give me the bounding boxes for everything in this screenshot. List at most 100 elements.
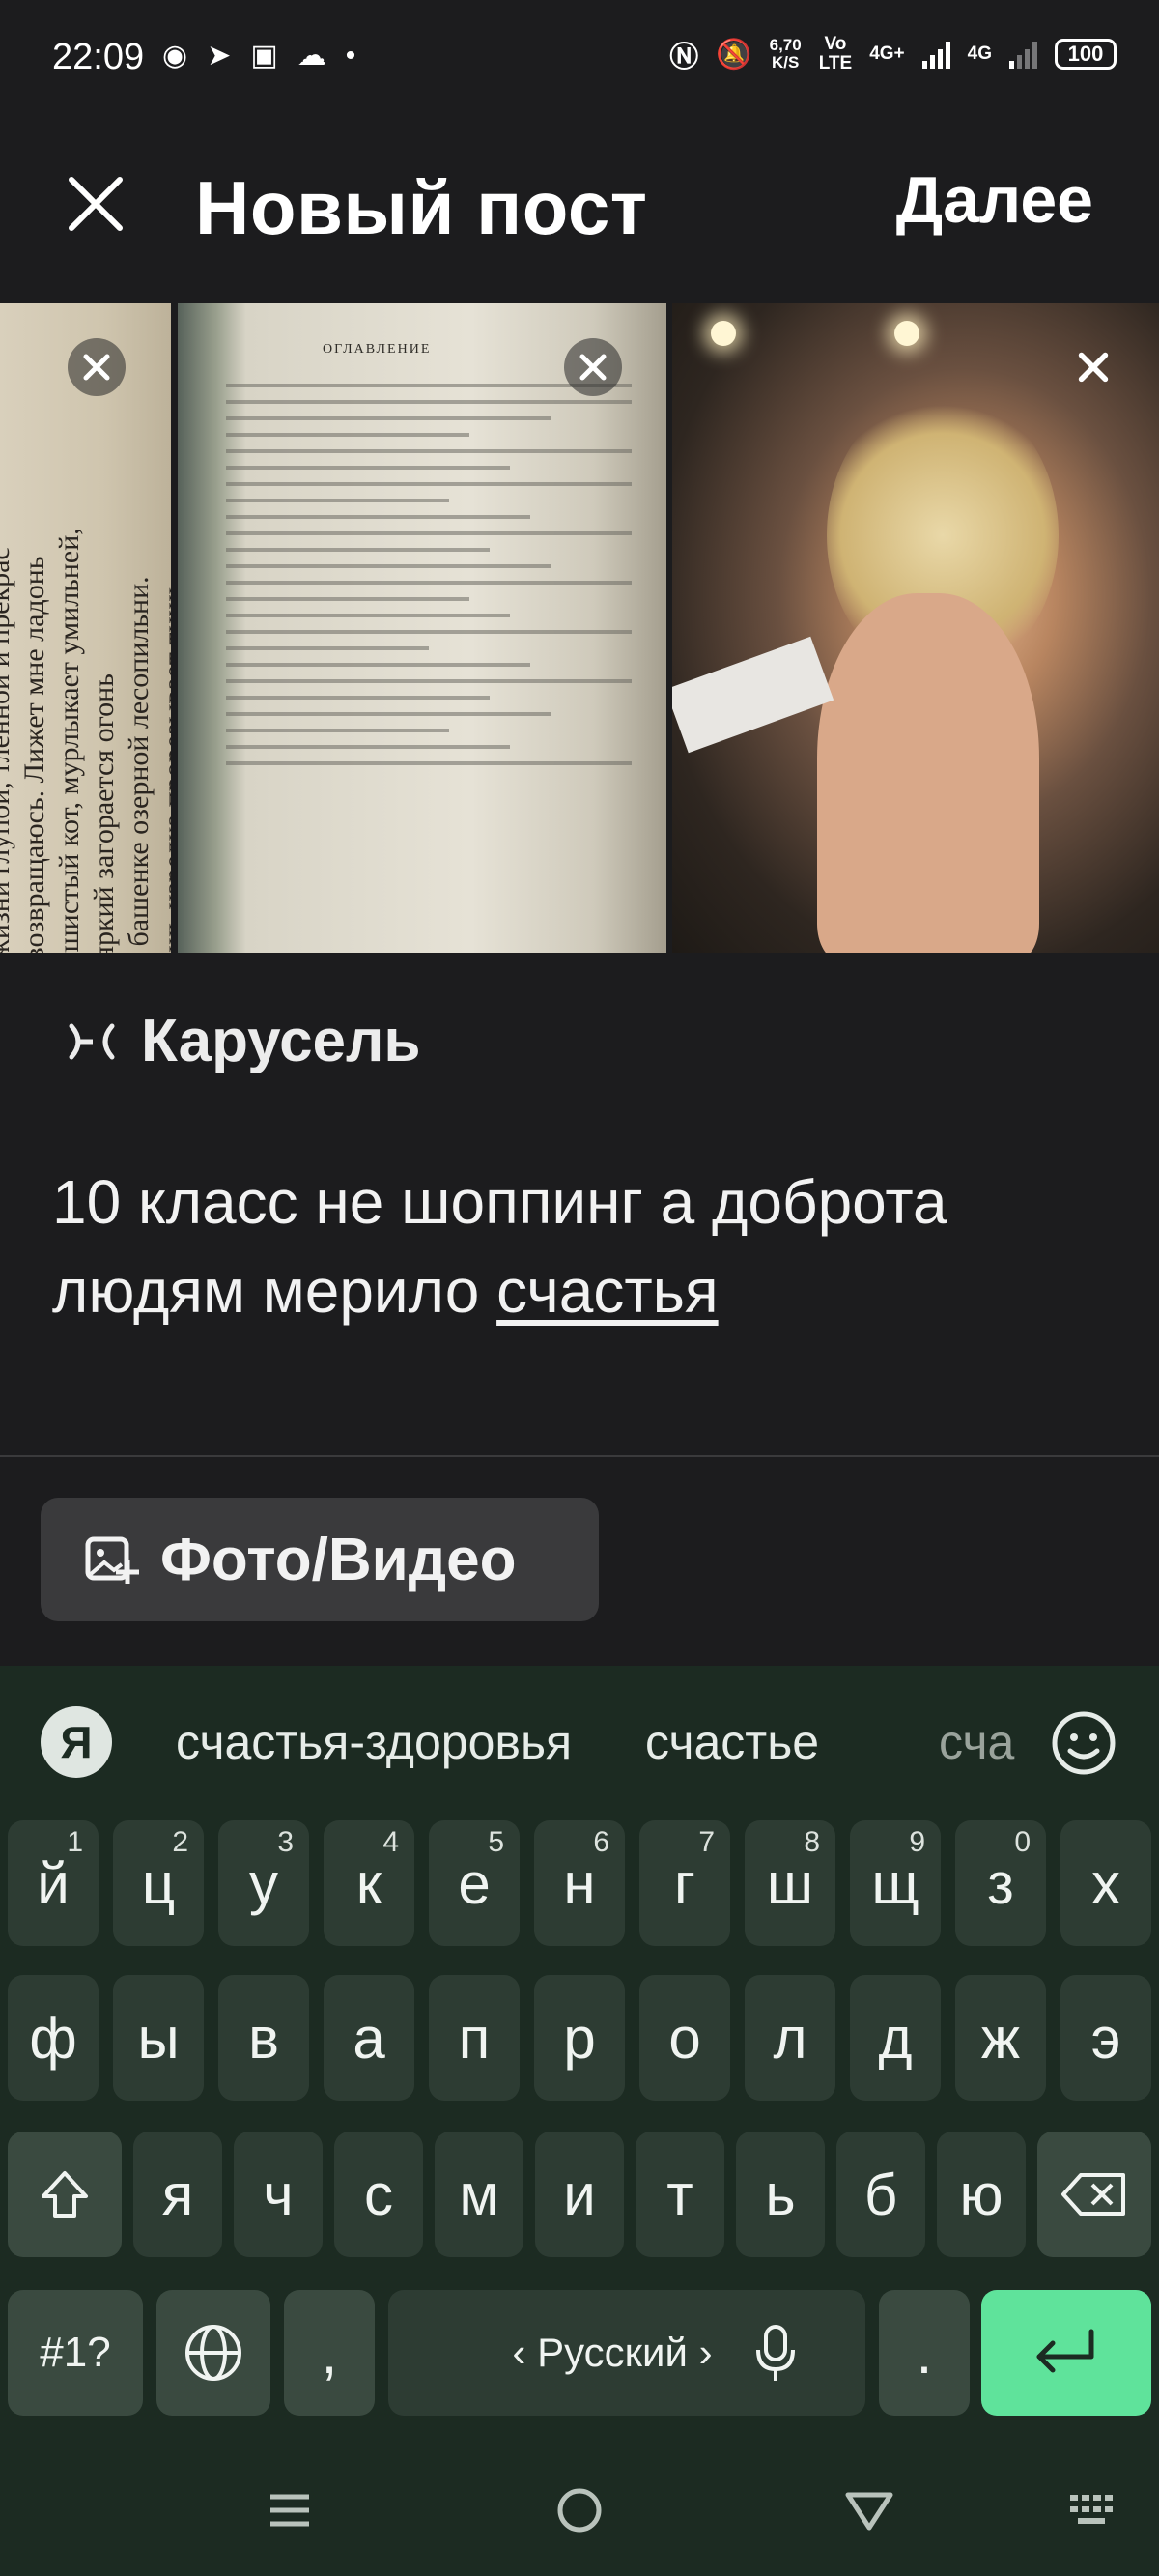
key-number: 7: [698, 1826, 715, 1858]
battery-icon: 100: [1055, 39, 1117, 70]
status-right: Ⓝ 🔕 6,70 K/S Vo LTE 4G+ 4G 100: [669, 33, 1117, 75]
thumbnail-book-text[interactable]: О жизни глупой, тленной и прекрас Я возв…: [0, 303, 171, 953]
key[interactable]: у3: [218, 1820, 309, 1946]
key[interactable]: ф: [8, 1975, 99, 2101]
key-letter: е: [458, 1850, 491, 1916]
key-letter: й: [37, 1850, 70, 1916]
post-text-composing: счастья: [496, 1256, 719, 1326]
menu-icon[interactable]: [263, 2483, 317, 2537]
key-letter: х: [1091, 1850, 1120, 1916]
emoji-icon[interactable]: [1049, 1708, 1118, 1778]
backspace-icon: [1061, 2173, 1125, 2216]
key[interactable]: о: [639, 1975, 730, 2101]
book-line: Лишь изредка прорезывает тишь: [157, 581, 171, 953]
key-number: 4: [382, 1826, 399, 1858]
key[interactable]: э: [1060, 1975, 1151, 2101]
key[interactable]: ж: [955, 1975, 1046, 2101]
globe-icon: [185, 2325, 241, 2381]
key[interactable]: ь: [736, 2132, 825, 2257]
status-bar: 22:09 ◉ ➤ ▣ ☁ • Ⓝ 🔕 6,70 K/S Vo LTE 4G+ …: [0, 0, 1159, 116]
telegram-icon: ➤: [207, 40, 232, 72]
key[interactable]: н6: [534, 1820, 625, 1946]
language-key[interactable]: [156, 2290, 270, 2416]
key-letter: ц: [141, 1850, 176, 1916]
key[interactable]: л: [745, 1975, 835, 2101]
suggestion-bar: Я счастья-здоровья счастье сча: [0, 1666, 1159, 1820]
key[interactable]: д: [850, 1975, 941, 2101]
close-icon: [83, 354, 110, 381]
book-text-lines: О жизни глупой, тленной и прекрас Я возв…: [0, 369, 171, 953]
key[interactable]: ч: [234, 2132, 323, 2257]
app-icon: ▣: [250, 40, 278, 72]
suggestion-item[interactable]: сча: [939, 1714, 1028, 1770]
key[interactable]: в: [218, 1975, 309, 2101]
close-icon[interactable]: [64, 172, 127, 236]
key-number: 9: [909, 1826, 925, 1858]
key-letter: ш: [766, 1850, 814, 1916]
navigation-bar: [0, 2439, 1159, 2576]
book-line: И яркий загорается огонь: [88, 673, 120, 953]
key[interactable]: ш8: [745, 1820, 835, 1946]
key-letter: г: [674, 1850, 695, 1916]
book-line: На башенке озерной лесопильни.: [123, 576, 155, 953]
key[interactable]: ю: [937, 2132, 1026, 2257]
thumbnail-book-contents[interactable]: ОГЛАВЛЕНИЕ: [178, 303, 666, 953]
carousel-icon: [69, 1023, 115, 1059]
next-button[interactable]: Далее: [896, 162, 1093, 238]
key[interactable]: т: [636, 2132, 724, 2257]
volte-top: Vo: [824, 34, 847, 54]
key[interactable]: г7: [639, 1820, 730, 1946]
volte-bottom: LTE: [818, 53, 853, 73]
remove-media-button[interactable]: [564, 338, 622, 396]
yandex-logo-button[interactable]: Я: [41, 1706, 112, 1778]
photo-video-label: Фото/Видео: [160, 1526, 517, 1593]
speed-value: 6,70: [769, 36, 802, 54]
photo-figure: [817, 593, 1039, 953]
remove-media-button[interactable]: [68, 338, 126, 396]
shift-key[interactable]: [8, 2132, 122, 2257]
key[interactable]: с: [334, 2132, 423, 2257]
key[interactable]: п: [429, 1975, 520, 2101]
photo-video-button[interactable]: Фото/Видео: [41, 1498, 599, 1621]
signal1-icon: [921, 40, 950, 69]
enter-key[interactable]: [981, 2290, 1151, 2416]
space-key[interactable]: ‹ Русский ›: [388, 2290, 865, 2416]
microphone-icon[interactable]: [751, 2321, 800, 2385]
thumbnail-photo[interactable]: [672, 303, 1159, 953]
remove-media-button[interactable]: [1064, 338, 1122, 396]
key[interactable]: р: [534, 1975, 625, 2101]
keyboard-icon[interactable]: [1066, 2483, 1120, 2537]
key-number: 1: [67, 1826, 83, 1858]
key[interactable]: и: [535, 2132, 624, 2257]
key[interactable]: з0: [955, 1820, 1046, 1946]
keyboard: Я счастья-здоровья счастье сча й1 ц2 у3 …: [0, 1666, 1159, 2439]
media-carousel[interactable]: О жизни глупой, тленной и прекрас Я возв…: [0, 303, 1159, 953]
key[interactable]: ц2: [113, 1820, 204, 1946]
key[interactable]: а: [324, 1975, 414, 2101]
suggestion-item[interactable]: счастья-здоровья: [176, 1714, 572, 1770]
lamp-shape: [711, 321, 736, 346]
key[interactable]: е5: [429, 1820, 520, 1946]
post-text-input[interactable]: 10 класс не шоппинг а доброта людям мери…: [52, 1158, 1115, 1335]
symbols-key[interactable]: #1?: [8, 2290, 143, 2416]
key[interactable]: й1: [8, 1820, 99, 1946]
space-label: ‹ Русский ›: [512, 2330, 713, 2375]
key-number: 8: [804, 1826, 820, 1858]
volte-badge: Vo LTE: [819, 35, 852, 73]
backspace-key[interactable]: [1037, 2132, 1151, 2257]
key[interactable]: щ9: [850, 1820, 941, 1946]
signal2-icon: [1009, 40, 1037, 69]
back-icon[interactable]: [842, 2483, 896, 2537]
period-key[interactable]: .: [879, 2290, 970, 2416]
key[interactable]: я: [133, 2132, 222, 2257]
photo-video-icon: [85, 1536, 139, 1584]
key[interactable]: к4: [324, 1820, 414, 1946]
net-speed: 6,70 K/S: [770, 37, 802, 72]
home-icon[interactable]: [552, 2483, 607, 2537]
key[interactable]: х: [1060, 1820, 1151, 1946]
key[interactable]: ы: [113, 1975, 204, 2101]
suggestion-item[interactable]: счастье: [645, 1714, 819, 1770]
comma-key[interactable]: ,: [284, 2290, 375, 2416]
key[interactable]: б: [836, 2132, 925, 2257]
key[interactable]: м: [435, 2132, 523, 2257]
